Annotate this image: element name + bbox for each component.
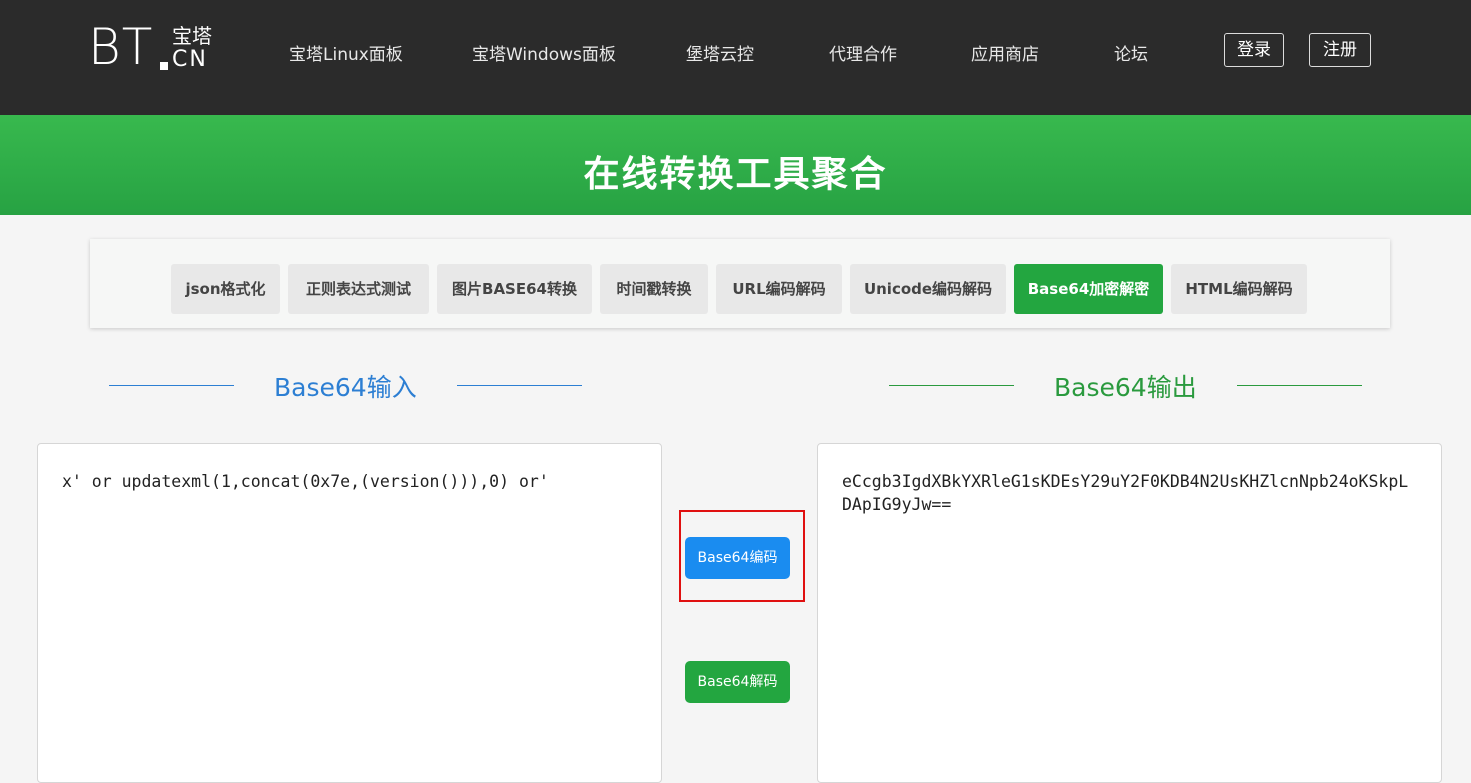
input-heading-line-right	[457, 385, 582, 386]
base64-encode-button[interactable]: Base64编码	[685, 537, 790, 579]
top-navbar: BT 宝塔 CN 宝塔Linux面板 宝塔Windows面板 堡塔云控 代理合作…	[0, 0, 1471, 115]
tab-timestamp[interactable]: 时间戳转换	[600, 264, 708, 314]
output-heading-line-right	[1237, 385, 1362, 386]
nav-linux-panel[interactable]: 宝塔Linux面板	[289, 40, 403, 65]
logo-dot	[160, 62, 168, 70]
page-banner: 在线转换工具聚合	[0, 115, 1471, 215]
tab-unicode-encode[interactable]: Unicode编码解码	[850, 264, 1006, 314]
tab-regex-test[interactable]: 正则表达式测试	[288, 264, 429, 314]
logo-cn-bottom: CN	[172, 47, 208, 72]
nav-forum[interactable]: 论坛	[1114, 40, 1148, 65]
bt-logo[interactable]: BT 宝塔 CN	[88, 20, 228, 74]
input-heading: Base64输入	[274, 373, 417, 402]
tab-html-encode[interactable]: HTML编码解码	[1171, 264, 1307, 314]
tab-base64[interactable]: Base64加密解密	[1014, 264, 1163, 314]
nav-windows-panel[interactable]: 宝塔Windows面板	[472, 40, 616, 65]
output-heading-line-left	[889, 385, 1014, 386]
logo-cn-top: 宝塔	[172, 24, 212, 48]
tool-tabs: json格式化 正则表达式测试 图片BASE64转换 时间戳转换 URL编码解码…	[90, 239, 1390, 328]
tab-url-encode[interactable]: URL编码解码	[716, 264, 842, 314]
register-button[interactable]: 注册	[1309, 33, 1371, 67]
base64-decode-button[interactable]: Base64解码	[685, 661, 790, 703]
output-heading: Base64输出	[1054, 373, 1197, 402]
logo-bt-text: BT	[88, 18, 154, 76]
base64-input-textarea[interactable]: x' or updatexml(1,concat(0x7e,(version()…	[37, 443, 662, 783]
nav-partner[interactable]: 代理合作	[829, 40, 897, 65]
base64-output-textarea[interactable]: eCcgb3IgdXBkYXRleG1sKDEsY29uY2F0KDB4N2Us…	[817, 443, 1442, 783]
page-title: 在线转换工具聚合	[583, 154, 888, 195]
login-button[interactable]: 登录	[1224, 33, 1284, 67]
nav-cloud-control[interactable]: 堡塔云控	[686, 40, 754, 65]
tab-json-format[interactable]: json格式化	[171, 264, 280, 314]
input-heading-line-left	[109, 385, 234, 386]
tab-image-base64[interactable]: 图片BASE64转换	[437, 264, 592, 314]
nav-app-store[interactable]: 应用商店	[971, 40, 1039, 65]
